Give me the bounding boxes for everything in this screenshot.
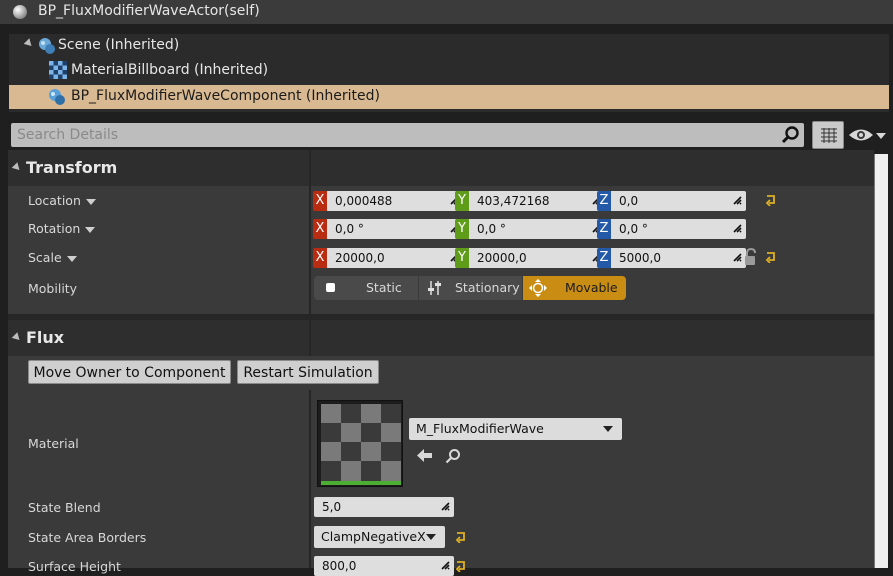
mobility-static-option[interactable]: Static — [314, 276, 418, 300]
move-owner-to-component-button[interactable]: Move Owner to Component — [28, 360, 231, 384]
mobility-movable-option[interactable]: Movable — [523, 276, 626, 300]
option-label: Stationary — [455, 280, 520, 295]
scale-z-field[interactable]: 5000,0 — [611, 248, 746, 268]
location-label[interactable]: Location — [28, 193, 96, 208]
state-blend-field[interactable]: 5,0 — [314, 497, 454, 517]
lock-icon[interactable] — [743, 248, 759, 266]
mobility-stationary-option[interactable]: Stationary — [419, 276, 522, 300]
drag-grip-icon[interactable] — [732, 195, 743, 206]
location-y-field[interactable]: 403,472168 — [469, 191, 605, 211]
collapse-arrow-icon[interactable] — [11, 332, 23, 343]
surface-height-field[interactable]: 800,0 — [314, 556, 454, 576]
component-tree: Scene (Inherited) MaterialBillboard (Inh… — [9, 34, 889, 112]
chevron-down-icon — [876, 133, 886, 139]
tree-item-label: Scene (Inherited) — [58, 37, 180, 53]
axis-y-label: Y — [455, 191, 469, 211]
scene-component-icon — [39, 38, 55, 54]
location-x-field[interactable]: 0,000488 — [327, 191, 463, 211]
reset-to-default-icon[interactable] — [455, 531, 467, 543]
checker-material-icon — [321, 404, 401, 481]
scale-x-field[interactable]: 20000,0 — [327, 248, 463, 268]
axis-x-label: X — [313, 248, 327, 268]
material-asset-picker[interactable]: M_FluxModifierWave — [409, 418, 622, 440]
rotation-label[interactable]: Rotation — [28, 221, 96, 236]
scale-label[interactable]: Scale — [28, 250, 77, 265]
browse-search-icon[interactable] — [445, 448, 461, 464]
surface-height-label: Surface Height — [28, 559, 121, 574]
option-label: Movable — [565, 280, 618, 295]
chevron-down-icon — [66, 255, 77, 262]
move-arrows-icon — [529, 279, 547, 297]
chevron-down-icon — [85, 226, 96, 233]
static-icon — [326, 283, 335, 292]
drag-grip-icon[interactable] — [732, 223, 743, 234]
column-divider[interactable] — [309, 320, 311, 356]
state-area-borders-dropdown[interactable]: ClampNegativeX — [314, 526, 445, 548]
chevron-down-icon — [85, 198, 96, 205]
scale-y-field[interactable]: 20000,0 — [469, 248, 605, 268]
state-blend-label: State Blend — [28, 500, 101, 515]
axis-y-label: Y — [455, 219, 469, 239]
search-icon[interactable] — [781, 126, 799, 144]
actor-row[interactable]: BP_FluxModifierWaveActor(self) — [0, 0, 893, 24]
axis-z-label: Z — [597, 219, 611, 239]
rotation-z-field[interactable]: 0,0 ° — [611, 219, 746, 239]
asset-type-color-bar — [321, 481, 401, 485]
drag-grip-icon[interactable] — [440, 501, 451, 512]
collapse-arrow-icon[interactable] — [23, 38, 35, 49]
column-divider[interactable] — [309, 390, 311, 568]
details-panel: Transform Location X 0,000488 Y 403,4721… — [8, 150, 874, 576]
column-divider[interactable] — [309, 150, 311, 320]
restart-simulation-button[interactable]: Restart Simulation — [237, 360, 379, 384]
state-area-borders-label: State Area Borders — [28, 530, 147, 545]
component-icon — [49, 89, 65, 105]
search-input[interactable] — [11, 123, 777, 147]
checker-material-icon — [49, 61, 67, 79]
property-matrix-button[interactable] — [812, 121, 844, 149]
mobility-label: Mobility — [28, 281, 78, 296]
reset-to-default-icon[interactable] — [455, 560, 467, 572]
category-title: Transform — [26, 158, 118, 177]
chevron-down-icon — [426, 534, 436, 540]
stationary-icon — [428, 281, 441, 295]
axis-x-label: X — [313, 219, 327, 239]
tree-item-scene[interactable]: Scene (Inherited) — [9, 34, 889, 58]
search-details-box[interactable] — [11, 123, 804, 147]
actor-sphere-icon — [13, 5, 27, 19]
grid-view-icon — [821, 128, 837, 143]
actor-title: BP_FluxModifierWaveActor(self) — [38, 3, 260, 19]
axis-x-label: X — [313, 191, 327, 211]
location-z-field[interactable]: 0,0 — [611, 191, 746, 211]
rotation-y-field[interactable]: 0,0 ° — [469, 219, 605, 239]
axis-z-label: Z — [597, 248, 611, 268]
tree-item-flux-component[interactable]: BP_FluxModifierWaveComponent (Inherited) — [9, 85, 889, 109]
drag-grip-icon[interactable] — [440, 560, 451, 571]
chevron-down-icon — [603, 426, 613, 432]
material-label: Material — [28, 436, 79, 451]
tree-item-material-billboard[interactable]: MaterialBillboard (Inherited) — [9, 59, 889, 83]
collapse-arrow-icon[interactable] — [11, 162, 23, 173]
category-title: Flux — [26, 328, 65, 347]
reset-to-default-icon[interactable] — [765, 251, 777, 263]
tree-item-label: BP_FluxModifierWaveComponent (Inherited) — [71, 88, 380, 104]
option-label: Static — [366, 280, 402, 295]
use-selected-arrow-icon[interactable] — [416, 448, 433, 463]
eye-icon — [849, 129, 873, 141]
view-options-button[interactable] — [848, 125, 888, 145]
axis-z-label: Z — [597, 191, 611, 211]
reset-to-default-icon[interactable] — [765, 194, 777, 206]
tree-item-label: MaterialBillboard (Inherited) — [71, 62, 269, 78]
material-thumbnail[interactable] — [317, 400, 403, 487]
axis-y-label: Y — [455, 248, 469, 268]
rotation-x-field[interactable]: 0,0 ° — [327, 219, 463, 239]
details-scrollbar[interactable] — [874, 154, 888, 568]
category-flux[interactable]: Flux — [8, 320, 874, 356]
category-transform[interactable]: Transform — [8, 150, 874, 186]
drag-grip-icon[interactable] — [732, 252, 743, 263]
